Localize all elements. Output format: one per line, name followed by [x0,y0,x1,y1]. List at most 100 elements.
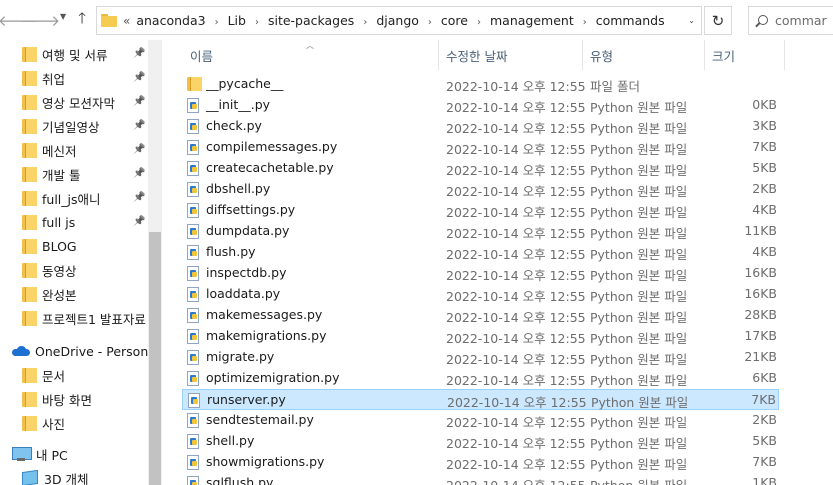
file-row[interactable]: __init__.py 2022-10-14 오후 12:55 Python 원본 … [182,95,779,116]
address-bar[interactable]: « anaconda3 › Lib › site-packages › django › cor… [96,6,702,35]
nav-item-this-pc[interactable]: 내 PC [0,442,148,466]
navigation-pane-scrollbar[interactable] [148,40,162,485]
folder-icon [22,142,37,158]
breadcrumb-item[interactable]: Lib [228,13,246,28]
nav-item[interactable]: 기념일영상 📌 [0,114,148,138]
breadcrumb-separator-icon[interactable]: › [428,17,432,28]
file-date: 2022-10-14 오후 12:55 [446,352,586,367]
file-row[interactable]: migrate.py 2022-10-14 오후 12:55 Python 원본 파… [182,347,779,368]
search-input[interactable]: commar [775,13,827,28]
file-row[interactable]: sendtestemail.py 2022-10-14 오후 12:55 Pytho… [182,410,779,431]
folder-icon [22,70,37,86]
file-row[interactable]: shell.py 2022-10-14 오후 12:55 Python 원본 파일 5… [182,431,779,452]
3d-objects-icon [22,469,38,485]
file-type: Python 원본 파일 [590,310,688,325]
file-row[interactable]: optimizemigration.py 2022-10-14 오후 12:55 P… [182,368,779,389]
sort-ascending-icon: ︿ [306,41,314,50]
folder-icon [22,94,37,110]
file-row[interactable]: sqlflush.py 2022-10-14 오후 12:55 Python 원본 … [182,473,779,485]
breadcrumb-overflow[interactable]: « [123,14,130,28]
nav-item[interactable]: 프로젝트1 발표자료 [0,306,148,330]
nav-item-onedrive[interactable]: OneDrive - Personal [0,339,148,363]
file-type: Python 원본 파일 [590,142,688,157]
nav-item-label: 여행 및 서류 [42,47,108,63]
pin-icon: 📌 [133,96,146,107]
nav-item-label: 프로젝트1 발표자료 [42,311,146,327]
file-row[interactable]: runserver.py 2022-10-14 오후 12:55 Python 원본… [182,389,779,410]
file-row[interactable]: __pycache__ 2022-10-14 오후 12:55 파일 폴더 [182,74,779,95]
file-row[interactable]: check.py 2022-10-14 오후 12:55 Python 원본 파일 3… [182,116,779,137]
file-date: 2022-10-14 오후 12:55 [446,205,586,220]
nav-item[interactable]: BLOG [0,234,148,258]
file-size: 28KB [744,307,777,322]
nav-item[interactable]: 완성본 [0,282,148,306]
file-row[interactable]: compilemessages.py 2022-10-14 오후 12:55 Pyt… [182,137,779,158]
recent-locations-button[interactable]: ▼ [60,12,66,21]
file-date: 2022-10-14 오후 12:55 [446,184,586,199]
nav-item[interactable]: 문서 [0,363,148,387]
breadcrumb-separator-icon[interactable]: › [477,17,481,28]
file-size: 7KB [751,392,776,407]
nav-item-label: full js [42,214,76,230]
file-date: 2022-10-14 오후 12:55 [446,415,586,430]
file-date: 2022-10-14 오후 12:55 [446,247,586,262]
nav-item[interactable]: full_js애니 📌 [0,186,148,210]
breadcrumb-separator-icon[interactable]: › [215,17,219,28]
breadcrumb-item[interactable]: django [376,13,419,28]
file-row[interactable]: makemessages.py 2022-10-14 오후 12:55 Python… [182,305,779,326]
breadcrumb-separator-icon[interactable]: › [583,17,587,28]
folder-icon [22,214,37,230]
file-row[interactable]: dumpdata.py 2022-10-14 오후 12:55 Python 원본 … [182,221,779,242]
file-row[interactable]: dbshell.py 2022-10-14 오후 12:55 Python 원본 파… [182,179,779,200]
refresh-button[interactable]: ↻ [704,6,732,35]
onedrive-cloud-icon [12,346,30,356]
file-size: 1KB [752,475,777,485]
file-type: Python 원본 파일 [590,352,688,367]
pin-icon: 📌 [133,48,146,59]
file-row[interactable]: createcachetable.py 2022-10-14 오후 12:55 Py… [182,158,779,179]
folder-icon [22,286,37,302]
nav-item[interactable]: 3D 개체 [0,466,148,485]
nav-item[interactable]: 동영상 [0,258,148,282]
file-row[interactable]: flush.py 2022-10-14 오후 12:55 Python 원본 파일 4… [182,242,779,263]
breadcrumb-item[interactable]: commands [596,13,665,28]
arrow-right-icon: 🡒 [19,11,61,30]
forward-button[interactable]: 🡒 [20,9,60,31]
breadcrumb-item[interactable]: site-packages [268,13,354,28]
file-name: sendtestemail.py [206,412,314,427]
column-header-size[interactable]: 크기 [704,40,784,70]
column-header-date[interactable]: 수정한 날짜 [438,40,582,70]
scrollbar-thumb[interactable] [149,232,161,485]
file-size: 7KB [752,454,777,469]
file-row[interactable]: diffsettings.py 2022-10-14 오후 12:55 Python… [182,200,779,221]
python-file-icon [187,287,199,302]
nav-item[interactable]: 사진 [0,411,148,435]
breadcrumb-item[interactable]: core [441,13,468,28]
nav-item[interactable]: 영상 모션자막 📌 [0,90,148,114]
breadcrumb-item[interactable]: management [490,13,574,28]
column-header-type[interactable]: 유형 [582,40,704,70]
column-divider[interactable] [784,40,785,70]
address-dropdown-button[interactable]: ⌄ [688,16,695,25]
file-row[interactable]: showmigrations.py 2022-10-14 오후 12:55 Pyth… [182,452,779,473]
breadcrumb-separator-icon[interactable]: › [363,17,367,28]
breadcrumb-separator-icon[interactable]: › [255,17,259,28]
nav-item-label: 개발 툴 [42,167,81,183]
nav-item[interactable]: 개발 툴 📌 [0,162,148,186]
nav-item-label: 동영상 [42,263,77,279]
up-button[interactable]: 🡑 [72,9,92,31]
file-row[interactable]: loaddata.py 2022-10-14 오후 12:55 Python 원본 … [182,284,779,305]
python-file-icon [187,245,199,260]
nav-item[interactable]: full js 📌 [0,210,148,234]
nav-item-label: 취업 [42,71,66,87]
nav-item[interactable]: 여행 및 서류 📌 [0,42,148,66]
search-box[interactable]: commar [748,6,833,35]
file-type: Python 원본 파일 [590,289,688,304]
nav-item[interactable]: 취업 📌 [0,66,148,90]
file-row[interactable]: inspectdb.py 2022-10-14 오후 12:55 Python 원본… [182,263,779,284]
nav-item[interactable]: 메신저 📌 [0,138,148,162]
file-row[interactable]: makemigrations.py 2022-10-14 오후 12:55 Pyth… [182,326,779,347]
file-type: Python 원본 파일 [590,226,688,241]
breadcrumb-item[interactable]: anaconda3 [136,13,205,28]
nav-item[interactable]: 바탕 화면 [0,387,148,411]
